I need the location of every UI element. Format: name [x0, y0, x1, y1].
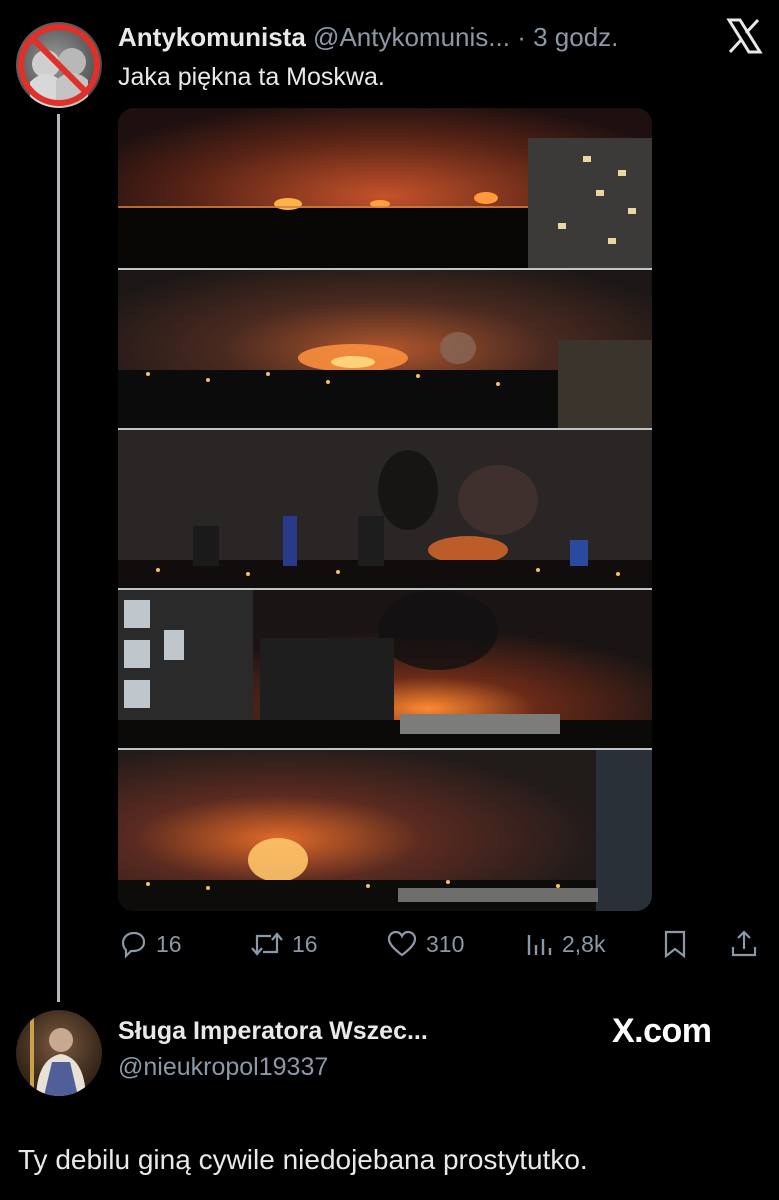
author-avatar[interactable] — [16, 22, 102, 108]
repost-button[interactable]: 16 — [250, 924, 318, 964]
header-separator: · — [517, 22, 526, 52]
fire-photo-5[interactable] — [118, 750, 652, 911]
fire-photo-1[interactable] — [118, 108, 652, 268]
views-button[interactable]: 2,8k — [526, 924, 605, 964]
x-logo-icon[interactable] — [724, 16, 764, 56]
tweet-media[interactable] — [118, 108, 652, 911]
like-count: 310 — [426, 930, 465, 957]
avatar-portraits-icon — [18, 24, 100, 108]
like-button[interactable]: 310 — [386, 924, 464, 964]
reply-author-handle[interactable]: @nieukropol19337 — [118, 1053, 328, 1082]
reply-count: 16 — [156, 930, 182, 957]
repost-count: 16 — [292, 930, 318, 957]
tweet-header: Antykomunista @Antykomunis... · 3 godz. — [118, 20, 618, 54]
bookmark-icon — [664, 930, 686, 959]
fire-photo-4[interactable] — [118, 590, 652, 748]
reply-author-avatar[interactable] — [16, 1010, 102, 1096]
tweet-text: Jaka piękna ta Moskwa. — [118, 63, 385, 91]
tweet-actions: 16 16 310 2,8k — [118, 924, 768, 964]
reply-author-name[interactable]: Sługa Imperatora Wszec... — [118, 1017, 428, 1046]
share-button[interactable] — [730, 924, 766, 964]
source-label: X.com — [612, 1012, 712, 1050]
fire-photo-2[interactable] — [118, 270, 652, 428]
tweet-time[interactable]: 3 godz. — [533, 22, 618, 52]
repost-icon — [251, 932, 283, 956]
bookmark-button[interactable] — [662, 924, 696, 964]
author-handle[interactable]: @Antykomunis... — [313, 22, 510, 52]
share-icon — [731, 930, 757, 957]
thread-line — [57, 114, 60, 1002]
views-count: 2,8k — [562, 930, 606, 957]
author-name[interactable]: Antykomunista — [118, 22, 306, 52]
fire-photo-3[interactable] — [118, 430, 652, 588]
like-icon — [387, 930, 417, 957]
avatar-portrait-icon — [30, 1018, 86, 1096]
reply-text: Ty debilu giną cywile niedojebana prosty… — [18, 1144, 588, 1175]
views-icon — [527, 935, 552, 955]
reply-button[interactable]: 16 — [118, 924, 182, 964]
reply-icon — [121, 931, 146, 959]
